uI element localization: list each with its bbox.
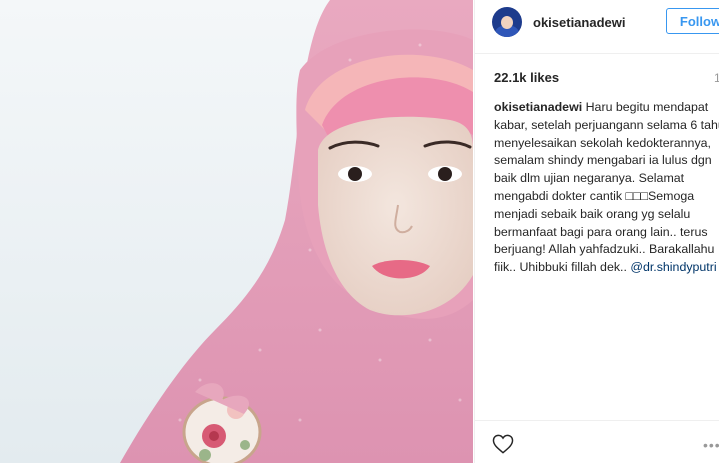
username-link[interactable]: okisetianadewi [533,15,625,30]
caption: okisetianadewi Haru begitu mendapat kaba… [494,99,719,277]
post-time: 1h [714,71,719,85]
mention-link[interactable]: @dr.shindyputri [630,260,716,274]
caption-line: berjuang! Allah yahfadzuki.. Barakallahu [494,242,715,257]
post-photo[interactable] [0,0,473,463]
caption-line: semalam shindy mengabari ia lulus dgn [494,153,712,168]
likes-count[interactable]: 22.1k likes [494,70,559,85]
caption-line: kabar, setelah perjuangann selama 6 tahu… [494,117,719,132]
heart-icon[interactable] [492,434,514,454]
caption-line: baik dlm ujian negaranya. Selamat [494,171,685,186]
more-options-icon[interactable]: ••• [703,437,719,453]
caption-line: bermanfaat bagi para orang lain.. terus [494,224,708,239]
avatar-face [501,16,513,29]
caption-line: Haru begitu mendapat [582,100,709,114]
caption-line: fiik.. Uhibbuki fillah dek.. [494,260,631,275]
caption-line: menjadi sebaik baik orang yg selalu [494,206,691,221]
post-header: okisetianadewi Follow [475,0,719,54]
follow-button[interactable]: Follow [666,8,719,34]
portrait-illustration [120,0,473,463]
caption-line: mengabdi dokter cantik □□□Semoga [494,188,695,203]
caption-line: menyelesaikan sekolah kedokterannya, [494,135,711,150]
avatar[interactable] [492,7,522,37]
post-side-panel: okisetianadewi Follow 22.1k likes 1h oki… [474,0,719,463]
post-actions: ••• [475,420,719,464]
caption-username[interactable]: okisetianadewi [494,100,582,114]
